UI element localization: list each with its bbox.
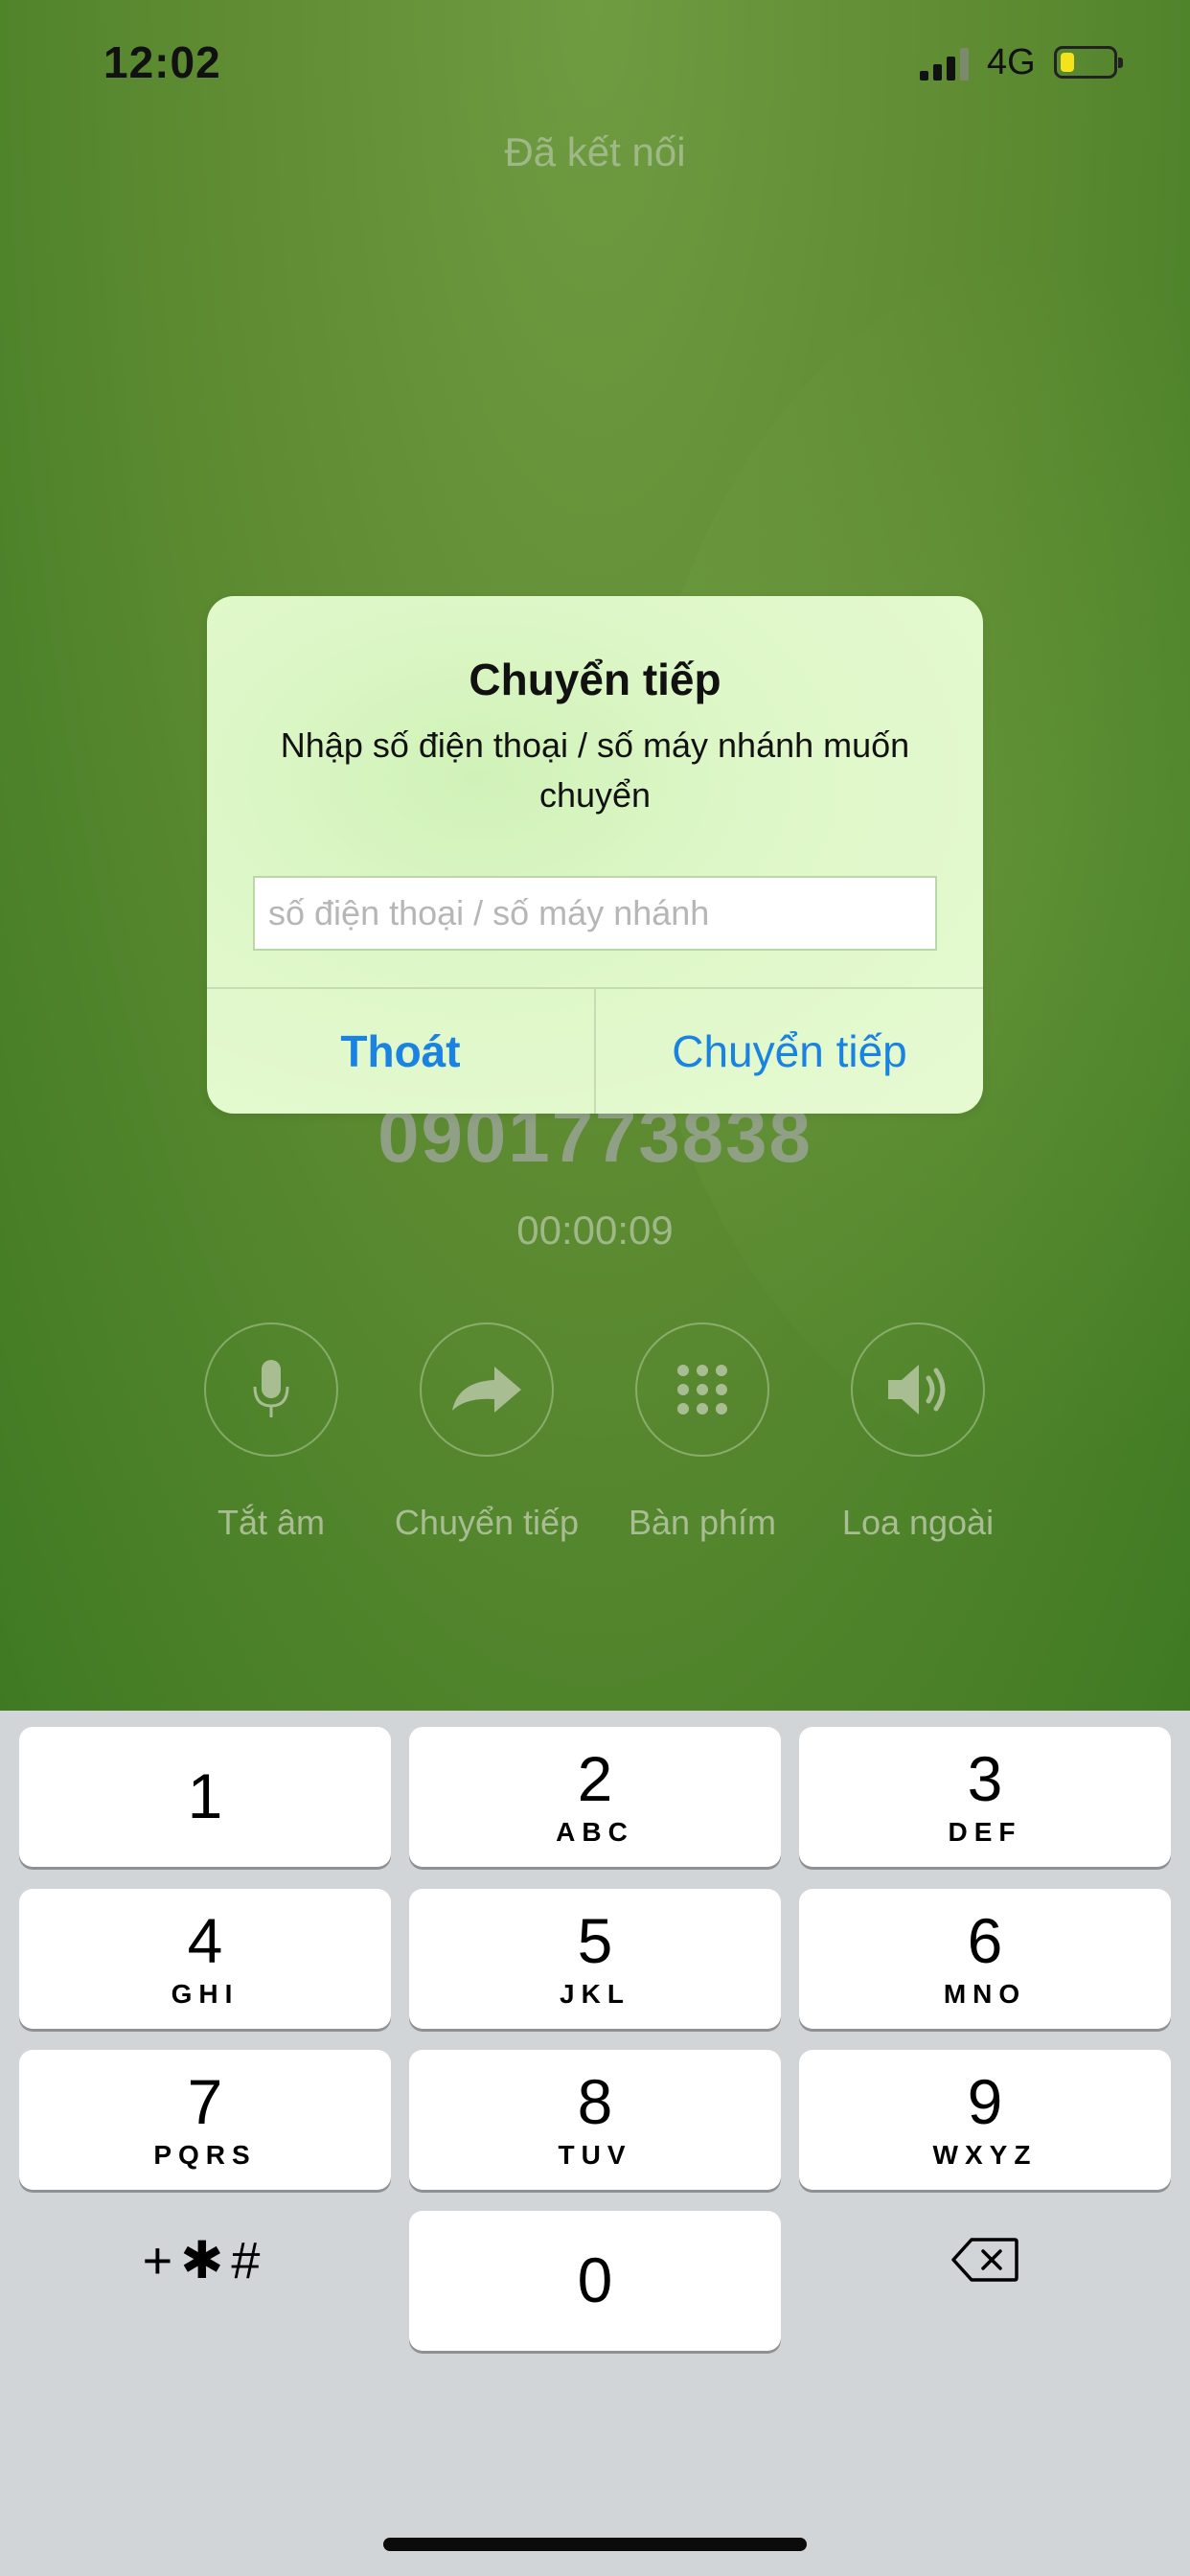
key-5[interactable]: 5 JKL: [409, 1889, 781, 2029]
battery-level-fill: [1061, 53, 1074, 72]
dialog-message: Nhập số điện thoại / số máy nhánh muốn c…: [280, 725, 910, 815]
keypad-toggle-button[interactable]: Bàn phím: [592, 1322, 812, 1543]
call-status-text: Đã kết nối: [504, 129, 686, 174]
key-7[interactable]: 7 PQRS: [19, 2050, 391, 2190]
backspace-icon: [951, 2238, 1018, 2282]
mute-button-circle[interactable]: [204, 1322, 338, 1457]
key-9[interactable]: 9 WXYZ: [799, 2050, 1171, 2190]
forward-label: Chuyển tiếp: [394, 1503, 580, 1542]
battery-icon: [1054, 46, 1123, 79]
key-1[interactable]: 1: [19, 1727, 391, 1867]
microphone-icon: [253, 1360, 289, 1417]
dialog-title: Chuyển tiếp: [469, 655, 721, 704]
forward-button-circle[interactable]: [420, 1322, 554, 1457]
mute-label: Tắt âm: [217, 1503, 326, 1542]
forward-button[interactable]: Chuyển tiếp: [377, 1322, 597, 1543]
key-0[interactable]: 0: [409, 2211, 781, 2351]
network-type-label: 4G: [987, 42, 1036, 82]
backspace-button[interactable]: [799, 2190, 1171, 2330]
home-indicator[interactable]: [383, 2538, 807, 2551]
confirm-transfer-button[interactable]: Chuyển tiếp: [596, 989, 983, 1114]
keypad-toggle-label: Bàn phím: [628, 1503, 777, 1542]
status-time: 12:02: [103, 37, 221, 87]
speaker-button-circle[interactable]: [851, 1322, 985, 1457]
cancel-button[interactable]: Thoát: [207, 989, 594, 1114]
mute-button[interactable]: Tắt âm: [161, 1322, 381, 1543]
signal-strength-icon: [920, 48, 969, 80]
transfer-number-input[interactable]: [253, 876, 937, 951]
forward-arrow-icon: [452, 1367, 521, 1413]
key-4[interactable]: 4 GHI: [19, 1889, 391, 2029]
key-2[interactable]: 2 ABC: [409, 1727, 781, 1867]
numeric-keypad: 1 2 ABC 3 DEF 4 GHI 5 JKL 6 MNO 7 PQRS 8…: [0, 1711, 1190, 2576]
key-8[interactable]: 8 TUV: [409, 2050, 781, 2190]
key-3[interactable]: 3 DEF: [799, 1727, 1171, 1867]
speaker-button[interactable]: Loa ngoài: [808, 1322, 1028, 1543]
transfer-dialog: Chuyển tiếp Nhập số điện thoại / số máy …: [207, 596, 983, 1114]
speaker-label: Loa ngoài: [841, 1503, 995, 1542]
key-6[interactable]: 6 MNO: [799, 1889, 1171, 2029]
keypad-grid-icon: [677, 1365, 727, 1414]
call-duration: 00:00:09: [516, 1208, 674, 1253]
keypad-toggle-circle[interactable]: [635, 1322, 769, 1457]
symbols-key[interactable]: +✱#: [19, 2190, 391, 2330]
speaker-icon: [888, 1365, 946, 1414]
